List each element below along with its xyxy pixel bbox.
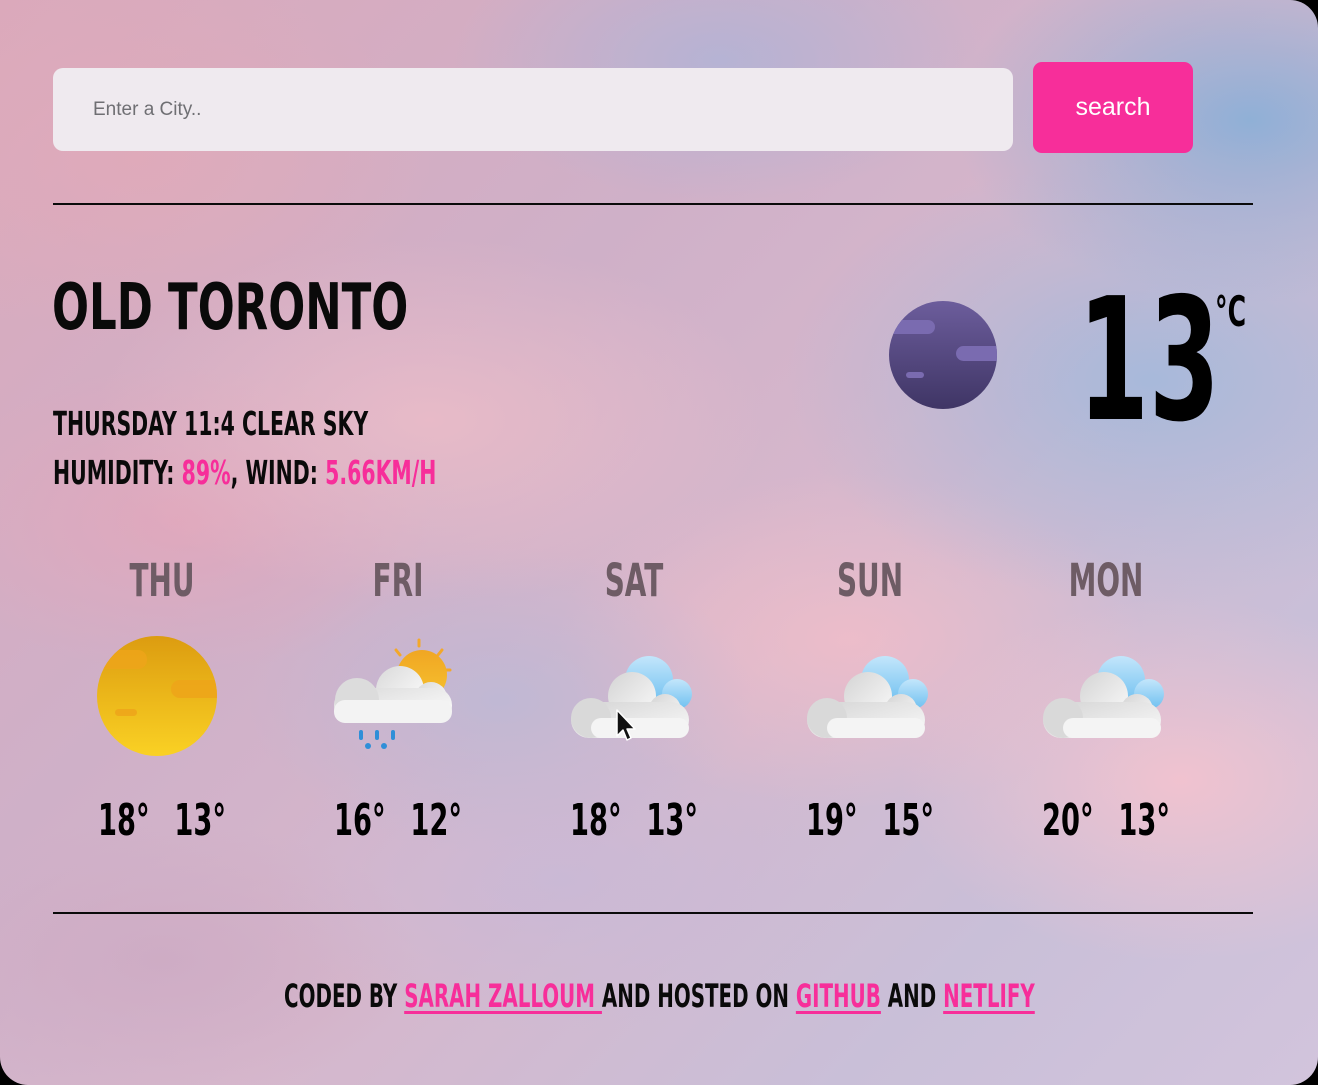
search-button[interactable]: search xyxy=(1033,62,1193,153)
weather-app: search Old Toronto Thursday 11:4 clear s… xyxy=(0,0,1318,1085)
forecast-high: 20° xyxy=(1041,795,1094,846)
city-name: Old Toronto xyxy=(52,271,409,345)
current-description: Thursday 11:4 clear sky xyxy=(53,404,368,444)
current-temperature: 13 xyxy=(1078,262,1220,460)
footer-middle: and hosted on xyxy=(601,977,796,1015)
forecast-temps: 16° 12° xyxy=(330,796,466,846)
forecast-high: 18° xyxy=(97,795,150,846)
search-form: search xyxy=(53,62,1253,154)
forecast-low: 15° xyxy=(882,795,935,846)
footer: Coded by Sarah Zalloum and hosted on Git… xyxy=(0,976,1318,1016)
forecast-temps: 19° 15° xyxy=(802,796,938,846)
top-divider xyxy=(53,203,1253,205)
cloudy-icon xyxy=(807,656,928,738)
forecast-temps: 18° 13° xyxy=(566,796,702,846)
github-link[interactable]: GitHub xyxy=(795,977,880,1015)
forecast-low: 13° xyxy=(1118,795,1171,846)
wind-value: 5.66km/h xyxy=(325,453,437,492)
footer-prefix: Coded by xyxy=(283,977,404,1015)
forecast-low: 12° xyxy=(410,795,463,846)
forecast-day: Thu 18° 13° xyxy=(52,550,272,850)
forecast-temps: 18° 13° xyxy=(94,796,230,846)
temperature-unit-celsius[interactable]: °C xyxy=(1215,291,1246,333)
forecast-high: 18° xyxy=(569,795,622,846)
netlify-link[interactable]: Netlify xyxy=(943,977,1035,1015)
forecast-day: Mon 20° 13° xyxy=(996,550,1216,850)
current-day-time: Thursday 11:4 xyxy=(53,404,235,443)
sun-cloud-rain-icon xyxy=(334,638,452,749)
night-clear-moon-icon xyxy=(889,301,997,409)
mouse-cursor-icon xyxy=(616,709,636,741)
forecast-day-name: Fri xyxy=(372,554,424,607)
forecast-day-name: Sat xyxy=(604,554,664,607)
footer-credits: Coded by Sarah Zalloum and hosted on Git… xyxy=(284,976,1035,1016)
current-details: Humidity: 89%, Wind: 5.66km/h xyxy=(53,453,436,493)
forecast-day: Fri xyxy=(288,550,508,850)
forecast-day: Sat xyxy=(524,550,744,850)
humidity-value: 89% xyxy=(181,453,231,492)
forecast-day-name: Thu xyxy=(129,554,195,607)
forecast-temps: 20° 13° xyxy=(1038,796,1174,846)
city-search-input[interactable] xyxy=(53,68,1013,151)
forecast-high: 16° xyxy=(333,795,386,846)
forecast-high: 19° xyxy=(805,795,858,846)
wind-label: , Wind: xyxy=(230,453,326,492)
forecast-day-name: Mon xyxy=(1068,554,1144,607)
humidity-label: Humidity: xyxy=(53,453,182,492)
cloudy-icon xyxy=(1043,656,1164,738)
author-link[interactable]: Sarah Zalloum xyxy=(404,977,602,1015)
forecast-row: Thu 18° 13° xyxy=(0,550,1318,860)
sun-icon xyxy=(97,636,217,756)
forecast-low: 13° xyxy=(646,795,699,846)
current-condition: clear sky xyxy=(242,404,369,443)
forecast-day: Sun 19° 15° xyxy=(760,550,980,850)
bottom-divider xyxy=(53,912,1253,914)
forecast-day-name: Sun xyxy=(836,554,904,607)
forecast-low: 13° xyxy=(174,795,227,846)
footer-and: and xyxy=(880,977,943,1015)
